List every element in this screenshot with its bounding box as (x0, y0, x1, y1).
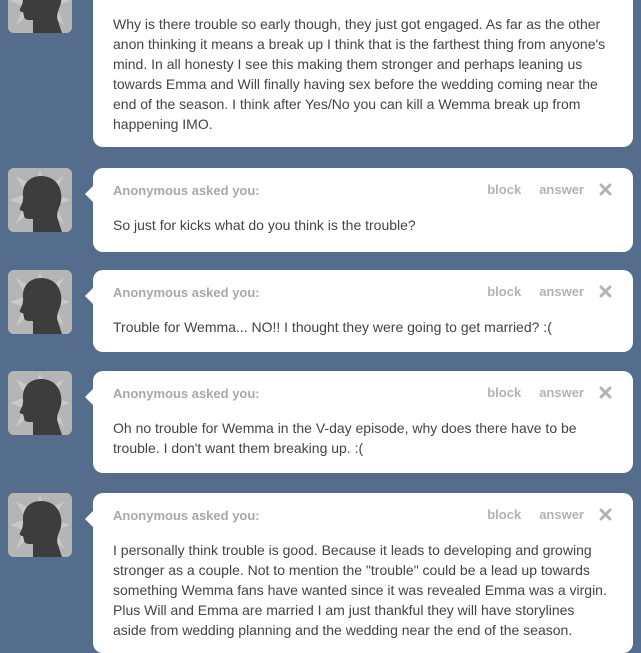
close-icon[interactable] (599, 183, 612, 196)
answer-button[interactable]: answer (539, 507, 584, 522)
ask-card: Anonymous asked you: block answer Oh no … (85, 371, 633, 473)
close-icon[interactable] (599, 386, 612, 399)
ask-actions: block answer (487, 507, 612, 522)
answer-button[interactable]: answer (539, 284, 584, 299)
answer-button[interactable]: answer (539, 182, 584, 197)
ask-card: Anonymous asked you: block answer I pers… (85, 493, 633, 653)
anonymous-silhouette-icon (8, 270, 72, 334)
ask-actions: block answer (487, 284, 612, 299)
ask-actions: block answer (487, 385, 612, 400)
anonymous-silhouette-icon (8, 0, 72, 33)
anonymous-silhouette-icon (8, 493, 72, 557)
asker-label: Anonymous asked you: (113, 183, 260, 198)
avatar[interactable] (8, 493, 72, 557)
question-text: Why is there trouble so early though, th… (113, 16, 606, 132)
avatar[interactable] (8, 168, 72, 232)
asker-label: Anonymous asked you: (113, 386, 260, 401)
block-button[interactable]: block (487, 284, 521, 299)
ask-card: Anonymous asked you: block answer So jus… (85, 168, 633, 252)
question-text: Trouble for Wemma... NO!! I thought they… (113, 319, 552, 335)
question-text: Oh no trouble for Wemma in the V-day epi… (113, 420, 577, 456)
ask-card: Anonymous asked you: block answer Troubl… (85, 270, 633, 352)
asker-label: Anonymous asked you: (113, 508, 260, 523)
ask-actions: block answer (487, 182, 612, 197)
block-button[interactable]: block (487, 182, 521, 197)
avatar[interactable] (8, 270, 72, 334)
anonymous-silhouette-icon (8, 168, 72, 232)
close-icon[interactable] (599, 508, 612, 521)
avatar[interactable] (8, 371, 72, 435)
block-button[interactable]: block (487, 385, 521, 400)
ask-card: Why is there trouble so early though, th… (93, 0, 633, 147)
question-text: So just for kicks what do you think is t… (113, 217, 416, 233)
asker-label: Anonymous asked you: (113, 285, 260, 300)
avatar[interactable] (8, 0, 72, 33)
answer-button[interactable]: answer (539, 385, 584, 400)
anonymous-silhouette-icon (8, 371, 72, 435)
close-icon[interactable] (599, 285, 612, 298)
question-text: I personally think trouble is good. Beca… (113, 542, 607, 638)
block-button[interactable]: block (487, 507, 521, 522)
